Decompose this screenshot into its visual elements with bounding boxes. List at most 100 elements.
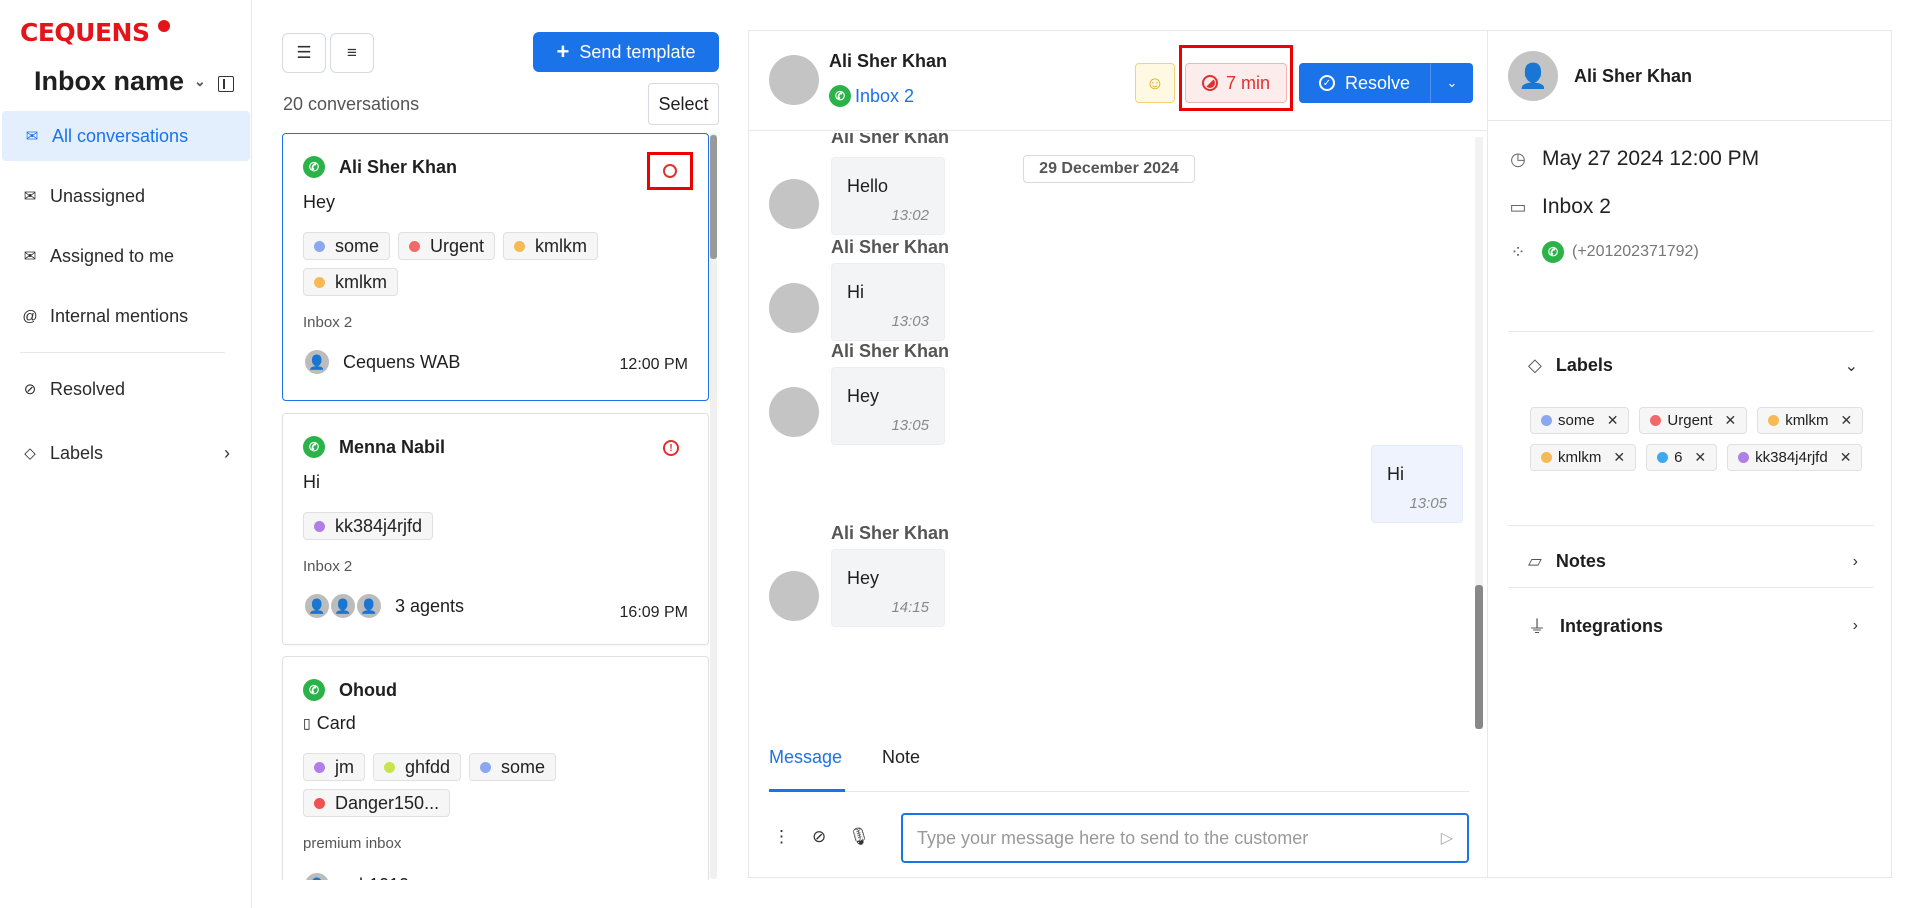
labels-title: Labels <box>1555 355 1613 375</box>
resolve-label: Resolve <box>1344 72 1411 93</box>
smile-icon: ☺ <box>1145 72 1165 93</box>
message-text: Hi <box>1387 464 1404 484</box>
close-icon[interactable]: ✕ <box>1607 412 1619 429</box>
collapse-sidebar-icon[interactable] <box>218 76 234 92</box>
conversation-card[interactable]: ✆ Ali Sher Khan Hey some Urgent kmlkm kml… <box>282 133 709 401</box>
notes-section-header[interactable]: ▱ Notes › <box>1528 551 1858 572</box>
tab-note[interactable]: Note <box>882 747 920 784</box>
tag-icon: ◇ <box>24 445 36 462</box>
mail-unassigned-icon: ✉ <box>23 188 37 205</box>
tag-label: kmlkm <box>335 271 387 292</box>
chat-inbox-link[interactable]: ✆ Inbox 2 <box>829 85 914 107</box>
tag-dot <box>1541 415 1552 426</box>
assignee-name: Cequens WAB <box>343 351 461 372</box>
tag: some <box>469 753 557 781</box>
sidebar-item-internal-mentions[interactable]: @ Internal mentions <box>0 291 250 341</box>
chat-inbox-label: Inbox 2 <box>855 85 915 106</box>
tag-dot <box>1738 452 1750 463</box>
chat-panel: Ali Sher Khan ✆ Inbox 2 ☺ 7 min ✓ Resolve … <box>748 30 1488 878</box>
tag-label: Danger150... <box>335 792 440 813</box>
conversation-card[interactable]: ✆ Ohoud ▯ Card jm ghfdd some Danger150... … <box>282 656 709 906</box>
whatsapp-icon: ✆ <box>829 85 851 107</box>
message-thread: Ali Sher Khan Hello 13:02 29 December 202… <box>749 133 1487 733</box>
resolve-button-group: ✓ Resolve ⌄ <box>1299 63 1473 103</box>
tab-underline <box>769 789 845 792</box>
created-date: ◷ May 27 2024 12:00 PM <box>1508 147 1759 171</box>
close-icon[interactable]: ✕ <box>1613 449 1625 466</box>
avatar: 👤 <box>303 348 331 376</box>
divider <box>769 791 1469 792</box>
select-button[interactable]: Select <box>648 83 719 125</box>
close-icon[interactable]: ✕ <box>1841 412 1853 429</box>
message-text: Hey <box>847 568 880 588</box>
more-icon[interactable]: ⋮ <box>773 827 790 847</box>
close-icon[interactable]: ✕ <box>1840 449 1852 466</box>
integrations-section-header[interactable]: ⏚ Integrations › <box>1528 613 1858 639</box>
message-time: 13:05 <box>891 417 929 434</box>
message-time: 13:02 <box>891 207 929 224</box>
clock-icon <box>1201 75 1218 91</box>
chat-contact-name: Ali Sher Khan <box>829 51 948 71</box>
labels-section-header[interactable]: ◇ Labels ⌄ <box>1528 355 1858 376</box>
sla-icon[interactable] <box>663 164 677 178</box>
sentiment-button[interactable]: ☺ <box>1135 63 1175 103</box>
thread-scrollbar[interactable] <box>1475 137 1483 729</box>
created-date-text: May 27 2024 12:00 PM <box>1542 147 1760 170</box>
close-icon[interactable]: ✕ <box>1724 412 1736 429</box>
chat-header: Ali Sher Khan ✆ Inbox 2 ☺ 7 min ✓ Resolve … <box>749 31 1487 131</box>
avatar: 👤 <box>355 592 383 620</box>
note-icon: ▱ <box>1528 551 1542 571</box>
avatar <box>769 55 819 105</box>
contact-name-text: Ali Sher Khan <box>339 156 458 177</box>
sidebar-item-labels[interactable]: ◇ Labels › <box>0 428 250 478</box>
message-time: 13:03 <box>891 313 929 330</box>
contact-header: 👤 Ali Sher Khan <box>1488 31 1891 121</box>
avatar: 👤 <box>329 592 357 620</box>
sidebar-item-resolved[interactable]: ⊘ Resolved <box>0 364 250 414</box>
inbox-switcher[interactable]: Inbox name ⌄ <box>34 66 206 97</box>
list-scrollbar[interactable] <box>710 133 717 879</box>
check-circle-icon: ⊘ <box>23 381 37 398</box>
plug-icon: ⏚ <box>1528 617 1546 637</box>
divider <box>1508 587 1874 588</box>
send-template-button[interactable]: + Send template <box>533 32 719 72</box>
send-icon[interactable]: ▷ <box>1441 828 1453 848</box>
tag-dot <box>384 761 395 773</box>
tag-dot <box>409 240 421 252</box>
tab-message[interactable]: Message <box>769 747 842 784</box>
integrations-title: Integrations <box>1560 615 1664 636</box>
avatar <box>769 387 819 437</box>
last-message: ▯ Card <box>303 713 356 734</box>
message-input[interactable]: Type your message here to send to the cu… <box>901 813 1469 863</box>
message-input-placeholder: Type your message here to send to the cu… <box>917 827 1309 848</box>
label-text: some <box>1558 412 1595 429</box>
sidebar-item-assigned-to-me[interactable]: ✉ Assigned to me <box>0 231 250 281</box>
chevron-down-icon: ⌄ <box>1844 357 1858 375</box>
sla-label: 7 min <box>1225 72 1270 93</box>
label-list: some ✕ Urgent ✕ kmlkm ✕ kmlkm ✕ 6 ✕ kk384j4rj… <box>1530 407 1870 471</box>
tag-dot <box>1768 415 1780 426</box>
last-message: Hey <box>303 192 336 212</box>
sort-button[interactable]: ☰ <box>282 33 326 73</box>
resolve-button[interactable]: ✓ Resolve <box>1299 63 1431 103</box>
scrollbar-thumb[interactable] <box>1475 585 1483 729</box>
message-time: 13:05 <box>1409 495 1447 512</box>
microphone-icon[interactable]: 🎙 <box>848 827 870 847</box>
sidebar-item-all-conversations[interactable]: ✉ All conversations <box>2 111 250 161</box>
resolve-dropdown-button[interactable]: ⌄ <box>1431 75 1473 91</box>
check-icon: ✓ <box>1318 75 1335 91</box>
filter-button[interactable]: ≡ <box>330 33 374 73</box>
label-chip: kmlkm ✕ <box>1530 444 1637 471</box>
tag-label: kmlkm <box>535 235 588 256</box>
tag-label: Urgent <box>430 235 485 256</box>
inbox-text: Inbox 2 <box>1542 195 1611 218</box>
attach-icon[interactable]: ⊘ <box>812 827 826 847</box>
conversation-card[interactable]: ✆ Menna Nabil ! Hi kk384j4rjfd Inbox 2 👤 … <box>282 413 709 645</box>
close-icon[interactable]: ✕ <box>1694 449 1706 466</box>
sla-badge[interactable]: 7 min <box>1185 63 1287 103</box>
list-fade <box>270 880 720 908</box>
avatar: 👤 <box>1508 51 1558 101</box>
scrollbar-thumb[interactable] <box>710 135 717 259</box>
notes-title: Notes <box>1555 551 1606 571</box>
sidebar-item-unassigned[interactable]: ✉ Unassigned <box>0 171 250 221</box>
